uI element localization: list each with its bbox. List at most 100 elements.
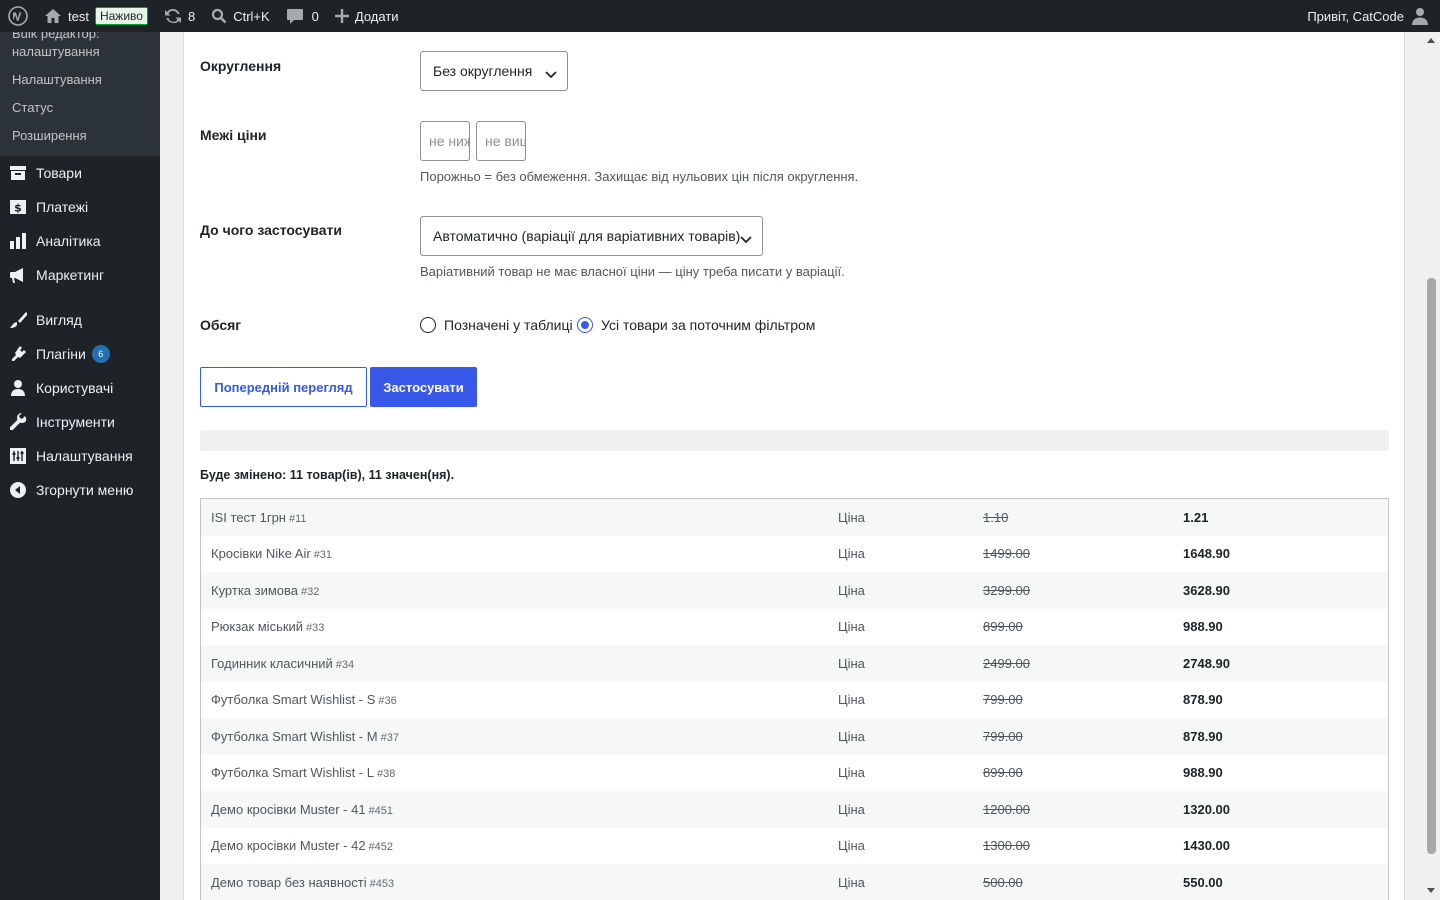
table-row: Демо кросівки Muster - 41 #451 Ціна 1200.00… [201,791,1388,828]
comments-link[interactable]: 0 [278,0,327,32]
field-cell: Ціна [838,582,865,598]
apply-to-select-value: Автоматично (варіації для варіативних то… [433,228,741,244]
sidebar-item-label: Товари [36,165,82,181]
sidebar-item-users[interactable]: Користувачі [0,371,160,405]
submenu-item-bulk-settings[interactable]: Bulk редактор: налаштування [0,32,160,66]
sidebar-item-tools[interactable]: Інструменти [0,405,160,439]
scrollbar-thumb[interactable] [1427,278,1436,854]
table-row: Демо товар без наявності #453 Ціна 500.00 55… [201,864,1388,900]
field-cell: Ціна [838,619,865,635]
sidebar-item-appearance[interactable]: Вигляд [0,303,160,337]
sidebar-item-label: Вигляд [36,312,82,328]
product-name: ISI тест 1грн [211,509,286,525]
command-search[interactable]: Ctrl+K [203,0,277,32]
table-row: Годинник класичний #34 Ціна 2499.00 2748.90 [201,645,1388,682]
sidebar-item-plugins[interactable]: Плагіни 6 [0,337,160,371]
new-value-cell: 3628.90 [1183,582,1230,598]
account-menu[interactable]: Привіт, CatCode [1299,0,1440,32]
submenu-item-settings[interactable]: Налаштування [0,66,160,94]
product-name-cell: Демо кросівки Muster - 41 #451 [201,802,838,817]
product-name-cell: Футболка Smart Wishlist - M #37 [201,729,838,744]
field-cell: Ціна [838,546,865,562]
add-new-label: Додати [354,8,399,24]
product-name-cell: Годинник класичний #34 [201,656,838,671]
product-name-cell: Куртка зимова #32 [201,583,838,598]
apply-to-hint: Варіативний товар не має власної ціни — … [420,264,845,279]
product-id: #38 [376,768,396,781]
product-id: #11 [289,512,307,525]
admin-sidebar: Bulk редактор: налаштування Налаштування… [0,32,160,900]
price-limits-hint: Порожньо = без обмеження. Захищає від ну… [420,169,859,184]
dollar-icon: $ [8,197,28,217]
sidebar-item-label: Маркетинг [36,267,105,283]
new-value-cell: 1.21 [1183,509,1209,525]
preview-table: ISI тест 1грн #11 Ціна 1.10 1.21 Кросівки Nik… [200,498,1389,900]
product-id: #32 [301,585,320,598]
table-row: Куртка зимова #32 Ціна 3299.00 3628.90 [201,572,1388,609]
search-shortcut: Ctrl+K [233,8,270,24]
old-value-cell: 1300.00 [983,838,1030,854]
sidebar-item-marketing[interactable]: Маркетинг [0,258,160,292]
product-name: Годинник класичний [211,655,333,671]
field-cell: Ціна [838,801,865,817]
submenu-item-extensions[interactable]: Розширення [0,122,160,150]
table-row: Футболка Smart Wishlist - S #36 Ціна 799.00… [201,681,1388,718]
add-new-link[interactable]: Додати [327,0,407,32]
plugins-update-badge: 6 [91,345,110,363]
scroll-up-arrow-icon[interactable] [1427,38,1435,43]
product-name-cell: Демо товар без наявності #453 [201,875,838,890]
page-scrollbar[interactable] [1423,32,1440,900]
search-icon [211,8,227,24]
apply-button[interactable]: Застосувати [370,367,477,407]
sidebar-item-label: Згорнути меню [36,482,134,498]
product-name: Рюкзак міський [211,619,304,635]
product-name-cell: Футболка Smart Wishlist - L #38 [201,765,838,780]
new-value-cell: 1320.00 [1183,801,1230,817]
scroll-down-arrow-icon[interactable] [1427,888,1435,893]
sidebar-collapse-menu[interactable]: Згорнути меню [0,473,160,507]
product-name: Футболка Smart Wishlist - S [211,692,376,708]
radio-button[interactable] [420,317,436,333]
chevron-down-icon [545,66,557,82]
plus-icon [334,9,349,23]
updates-icon [164,7,182,25]
sidebar-item-payments[interactable]: $ Платежі [0,190,160,224]
rounding-label: Округлення [200,58,282,74]
bar-chart-icon [8,231,28,251]
field-cell: Ціна [838,765,865,781]
apply-to-select[interactable]: Автоматично (варіації для варіативних то… [420,216,763,256]
product-id: #31 [313,549,333,562]
sidebar-item-products[interactable]: Товари [0,156,160,190]
wordpress-logo-icon[interactable] [0,0,36,32]
comments-count: 0 [311,8,319,24]
sidebar-item-settings[interactable]: Налаштування [0,439,160,473]
old-value-cell: 899.00 [983,619,1023,635]
scope-option-selected-rows[interactable]: Позначені у таблиці [420,317,573,333]
old-value-cell: 1200.00 [983,801,1030,817]
sidebar-item-label: Платежі [36,199,89,215]
megaphone-icon [8,265,28,285]
submenu-item-status[interactable]: Статус [0,94,160,122]
site-name-link[interactable]: test Наживо [36,0,156,32]
sidebar-item-analytics[interactable]: Аналітика [0,224,160,258]
product-id: #452 [368,841,394,854]
field-cell: Ціна [838,874,865,890]
updates-link[interactable]: 8 [156,0,203,32]
old-value-cell: 799.00 [983,728,1023,744]
product-name: Демо товар без наявності [211,874,367,890]
price-max-input[interactable]: не вище [476,121,526,161]
radio-button-checked[interactable] [577,317,593,333]
settings-icon [8,446,28,466]
apply-to-label: До чого застосувати [200,222,342,238]
product-name: Футболка Smart Wishlist - L [211,765,374,781]
sidebar-item-label: Аналітика [36,233,101,249]
scope-option-label: Усі товари за поточним фільтром [601,317,816,333]
rounding-select[interactable]: Без округлення [420,51,568,91]
scope-option-all-filtered[interactable]: Усі товари за поточним фільтром [577,317,815,333]
price-min-input[interactable]: не нижче [420,121,470,161]
preview-button[interactable]: Попередній перегляд [200,367,367,407]
home-icon [44,8,62,24]
user-avatar-icon [1412,7,1428,25]
old-value-cell: 1499.00 [983,546,1030,562]
old-value-cell: 1.10 [983,509,1009,525]
